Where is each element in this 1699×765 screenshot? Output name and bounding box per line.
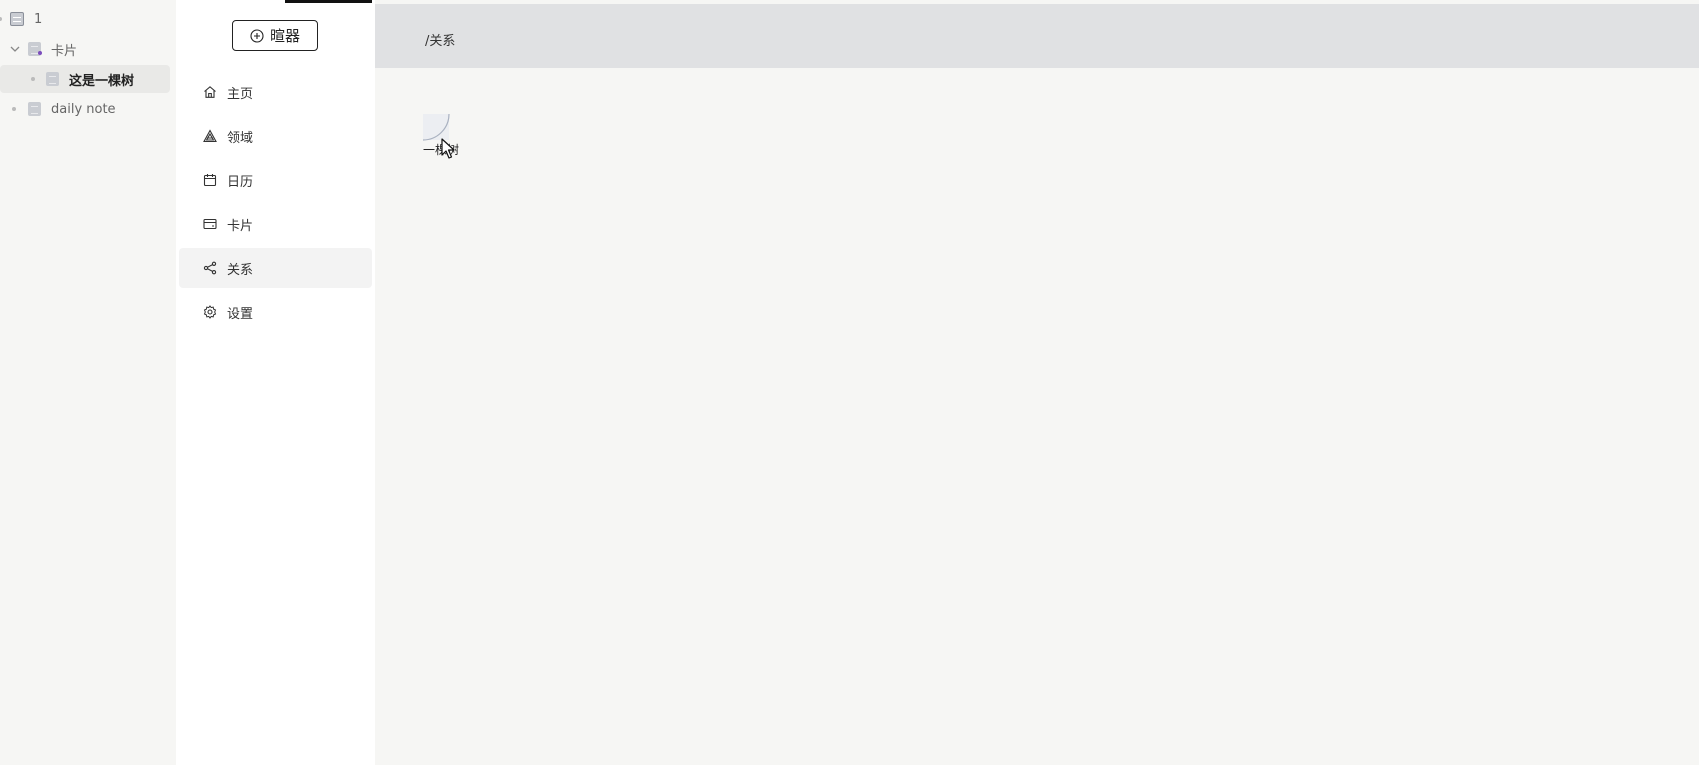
calendar-icon xyxy=(202,172,218,188)
chevron-down-icon[interactable] xyxy=(9,43,21,55)
mouse-cursor-icon xyxy=(441,138,455,159)
nav-item-calendar[interactable]: 日历 xyxy=(179,160,372,200)
share-icon xyxy=(202,260,218,276)
nav-label: 卡片 xyxy=(227,218,254,234)
document-icon xyxy=(46,72,59,86)
tree-item-daily-note[interactable]: daily note xyxy=(0,95,170,123)
document-icon xyxy=(28,102,41,116)
file-tree: 1 卡片 这是一棵树 daily note xyxy=(0,0,176,765)
nav-label: 关系 xyxy=(227,262,254,278)
breadcrumb: /关系 xyxy=(425,34,456,49)
home-icon xyxy=(202,84,218,100)
tree-item-label: 这是一棵树 xyxy=(69,73,135,89)
nav-item-settings[interactable]: 设置 xyxy=(179,292,372,332)
database-icon xyxy=(10,12,24,26)
bullet-icon xyxy=(31,77,35,81)
tree-item-root[interactable]: 1 xyxy=(0,5,170,33)
triangle-layers-icon xyxy=(202,128,218,144)
main-content: /关系 一棵树 xyxy=(375,0,1699,765)
bullet-icon xyxy=(0,17,2,21)
nav-item-cards[interactable]: 卡片 xyxy=(179,204,372,244)
nav-label: 日历 xyxy=(227,174,254,190)
tree-item-label: 卡片 xyxy=(51,43,78,59)
active-tab-indicator xyxy=(285,0,372,3)
card-icon xyxy=(202,216,218,232)
plus-circle-icon xyxy=(250,28,264,43)
nav-item-relations[interactable]: 关系 xyxy=(179,248,372,288)
status-dot xyxy=(38,51,42,55)
new-button-label: 暄器 xyxy=(269,27,300,45)
nav-label: 设置 xyxy=(227,306,254,322)
app-sidebar: 暄器 主页 领域 日历 卡片 关系 设置 xyxy=(176,0,375,765)
tree-item-cards[interactable]: 卡片 xyxy=(0,35,170,63)
gear-icon xyxy=(202,304,218,320)
new-button[interactable]: 暄器 xyxy=(232,20,318,51)
tree-item-label: 1 xyxy=(34,11,43,27)
nav-label: 主页 xyxy=(227,86,254,102)
tree-item-tree[interactable]: 这是一棵树 xyxy=(0,65,170,93)
nav-label: 领域 xyxy=(227,130,254,146)
nav-item-domains[interactable]: 领域 xyxy=(179,116,372,156)
nav-item-home[interactable]: 主页 xyxy=(179,72,372,112)
bullet-icon xyxy=(12,107,16,111)
page-header: /关系 xyxy=(375,4,1699,68)
tree-item-label: daily note xyxy=(51,101,116,117)
